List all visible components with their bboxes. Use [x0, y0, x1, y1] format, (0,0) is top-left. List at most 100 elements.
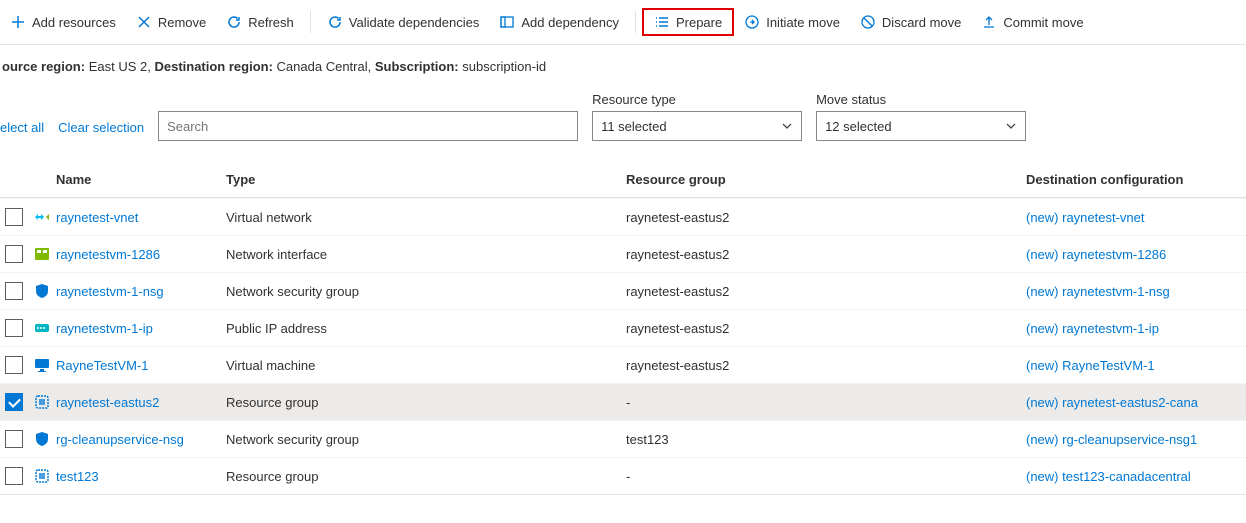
destination-region-label: Destination region:: [154, 59, 272, 74]
move-status-value: 12 selected: [825, 119, 892, 134]
validate-button[interactable]: Validate dependencies: [317, 10, 490, 34]
destination-link[interactable]: (new) raynetestvm-1-ip: [1026, 321, 1246, 336]
resource-type-icon: [28, 467, 56, 485]
row-checkbox[interactable]: [5, 393, 23, 411]
add-resources-button[interactable]: Add resources: [0, 10, 126, 34]
resource-type-icon: [28, 245, 56, 263]
destination-link[interactable]: (new) test123-canadacentral: [1026, 469, 1246, 484]
refresh-label: Refresh: [248, 15, 294, 30]
destination-link[interactable]: (new) raynetest-eastus2-cana: [1026, 395, 1246, 410]
separator: [635, 11, 636, 33]
table-header: Name Type Resource group Destination con…: [0, 161, 1246, 198]
remove-label: Remove: [158, 15, 206, 30]
add-resources-label: Add resources: [32, 15, 116, 30]
refresh-button[interactable]: Refresh: [216, 10, 304, 34]
discard-move-button[interactable]: Discard move: [850, 10, 971, 34]
destination-link[interactable]: (new) rg-cleanupservice-nsg1: [1026, 432, 1246, 447]
commit-move-button[interactable]: Commit move: [971, 10, 1093, 34]
resource-type-value: 11 selected: [601, 119, 667, 134]
destination-link[interactable]: (new) raynetestvm-1-nsg: [1026, 284, 1246, 299]
resource-type-value: Network security group: [226, 284, 626, 299]
x-icon: [136, 14, 152, 30]
resource-type-dropdown[interactable]: 11 selected: [592, 111, 802, 141]
region-info: ource region: East US 2, Destination reg…: [0, 45, 1246, 80]
search-input[interactable]: [158, 111, 578, 141]
toolbar: Add resources Remove Refresh Validate de…: [0, 0, 1246, 45]
col-resource-group[interactable]: Resource group: [626, 172, 1026, 187]
col-type[interactable]: Type: [226, 172, 626, 187]
resource-type-icon: [28, 319, 56, 337]
resource-group-value: test123: [626, 432, 1026, 447]
destination-region-value: Canada Central,: [277, 59, 372, 74]
resource-name-link[interactable]: raynetestvm-1-ip: [56, 321, 226, 336]
table-row[interactable]: raynetestvm-1-ipPublic IP addressraynete…: [0, 309, 1246, 346]
upload-icon: [981, 14, 997, 30]
resource-type-icon: [28, 208, 56, 226]
resource-type-value: Resource group: [226, 395, 626, 410]
resource-type-value: Public IP address: [226, 321, 626, 336]
resource-group-value: raynetest-eastus2: [626, 321, 1026, 336]
add-dependency-button[interactable]: Add dependency: [489, 10, 629, 34]
row-checkbox[interactable]: [5, 319, 23, 337]
table-row[interactable]: rg-cleanupservice-nsgNetwork security gr…: [0, 420, 1246, 457]
destination-link[interactable]: (new) RayneTestVM-1: [1026, 358, 1246, 373]
row-checkbox[interactable]: [5, 282, 23, 300]
resource-group-value: -: [626, 395, 1026, 410]
separator: [310, 11, 311, 33]
plus-icon: [10, 14, 26, 30]
dependency-icon: [499, 14, 515, 30]
prepare-button[interactable]: Prepare: [642, 8, 734, 36]
commit-label: Commit move: [1003, 15, 1083, 30]
remove-button[interactable]: Remove: [126, 10, 216, 34]
resource-name-link[interactable]: test123: [56, 469, 226, 484]
resource-type-value: Virtual machine: [226, 358, 626, 373]
row-checkbox[interactable]: [5, 356, 23, 374]
table-row[interactable]: test123Resource group-(new) test123-cana…: [0, 457, 1246, 494]
chevron-down-icon: [781, 120, 793, 132]
select-all-link[interactable]: elect all: [0, 120, 44, 141]
clear-selection-link[interactable]: Clear selection: [58, 120, 144, 141]
subscription-value: subscription-id: [462, 59, 546, 74]
destination-link[interactable]: (new) raynetest-vnet: [1026, 210, 1246, 225]
row-checkbox[interactable]: [5, 208, 23, 226]
table-row[interactable]: raynetest-eastus2Resource group-(new) ra…: [0, 383, 1246, 420]
resources-table: Name Type Resource group Destination con…: [0, 161, 1246, 495]
destination-link[interactable]: (new) raynetestvm-1286: [1026, 247, 1246, 262]
validate-label: Validate dependencies: [349, 15, 480, 30]
chevron-down-icon: [1005, 120, 1017, 132]
resource-type-icon: [28, 430, 56, 448]
move-status-dropdown[interactable]: 12 selected: [816, 111, 1026, 141]
resource-name-link[interactable]: raynetest-vnet: [56, 210, 226, 225]
resource-type-label: Resource type: [592, 92, 802, 107]
table-row[interactable]: RayneTestVM-1Virtual machineraynetest-ea…: [0, 346, 1246, 383]
resource-group-value: -: [626, 469, 1026, 484]
filter-row: elect all Clear selection Resource type …: [0, 80, 1246, 147]
subscription-label: Subscription:: [375, 59, 459, 74]
resource-name-link[interactable]: raynetestvm-1286: [56, 247, 226, 262]
row-checkbox[interactable]: [5, 245, 23, 263]
table-row[interactable]: raynetestvm-1286Network interfaceraynete…: [0, 235, 1246, 272]
col-destination[interactable]: Destination configuration: [1026, 172, 1246, 187]
resource-name-link[interactable]: raynetest-eastus2: [56, 395, 226, 410]
refresh-icon: [226, 14, 242, 30]
resource-type-value: Resource group: [226, 469, 626, 484]
initiate-move-button[interactable]: Initiate move: [734, 10, 850, 34]
resource-type-value: Virtual network: [226, 210, 626, 225]
resource-type-value: Network security group: [226, 432, 626, 447]
resource-name-link[interactable]: raynetestvm-1-nsg: [56, 284, 226, 299]
resource-name-link[interactable]: rg-cleanupservice-nsg: [56, 432, 226, 447]
row-checkbox[interactable]: [5, 467, 23, 485]
arrow-right-circle-icon: [744, 14, 760, 30]
resource-name-link[interactable]: RayneTestVM-1: [56, 358, 226, 373]
move-status-label: Move status: [816, 92, 1026, 107]
col-name[interactable]: Name: [56, 172, 226, 187]
resource-type-value: Network interface: [226, 247, 626, 262]
resource-group-value: raynetest-eastus2: [626, 358, 1026, 373]
table-row[interactable]: raynetest-vnetVirtual networkraynetest-e…: [0, 198, 1246, 235]
validate-icon: [327, 14, 343, 30]
table-row[interactable]: raynetestvm-1-nsgNetwork security groupr…: [0, 272, 1246, 309]
prohibit-icon: [860, 14, 876, 30]
row-checkbox[interactable]: [5, 430, 23, 448]
resource-group-value: raynetest-eastus2: [626, 284, 1026, 299]
source-region-value: East US 2,: [89, 59, 151, 74]
